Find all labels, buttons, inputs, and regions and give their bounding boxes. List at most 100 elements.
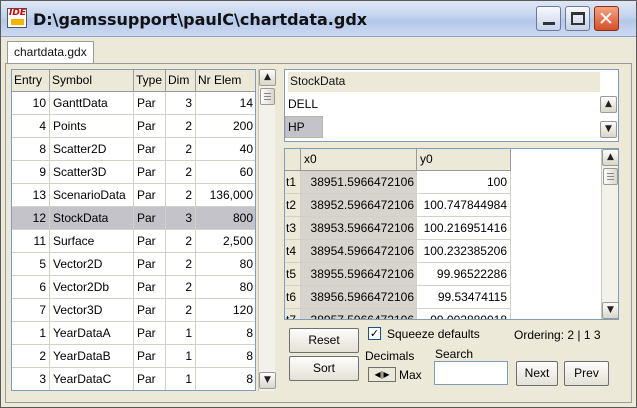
table-cell-symbol: Vector3D (50, 299, 134, 322)
scroll-thumb[interactable] (603, 168, 618, 185)
table-cell-entry: 13 (12, 184, 50, 207)
table-cell-dim: 2 (166, 276, 196, 299)
table-cell-nr: 60 (196, 161, 255, 184)
grid-cell-label: t1 (285, 171, 301, 194)
arrow-up-icon[interactable]: ▲ (600, 96, 617, 113)
arrow-down-icon[interactable]: ▼ (259, 372, 276, 389)
table-cell-type: Par (134, 322, 166, 345)
squeeze-defaults-checkbox[interactable]: ✓ (368, 327, 381, 340)
table-row[interactable]: 13 ScenarioData Par 2 136,000 (12, 184, 255, 207)
grid-cell-x0: 38955.5966472106 (301, 263, 417, 286)
table-cell-dim: 2 (166, 138, 196, 161)
table-cell-dim: 3 (166, 92, 196, 115)
grid-cell-y0: 100 (417, 171, 511, 194)
grid-row[interactable]: t6 38956.5966472106 99.53474115 (285, 286, 605, 309)
symbol-table-scrollbar[interactable]: ▲ ▼ (258, 69, 276, 391)
table-cell-symbol: Surface (50, 230, 134, 253)
column-header-dim[interactable]: Dim (166, 70, 196, 92)
arrow-up-icon[interactable]: ▲ (259, 69, 276, 86)
table-row[interactable]: 10 GanttData Par 3 14 (12, 92, 255, 115)
table-cell-entry: 4 (12, 115, 50, 138)
search-label: Search (435, 347, 474, 361)
grid-cell-label: t6 (285, 286, 301, 309)
arrow-down-icon[interactable]: ▼ (600, 121, 617, 138)
sort-button[interactable]: Sort (289, 356, 359, 381)
table-cell-nr: 800 (196, 207, 255, 230)
grid-row[interactable]: t3 38953.5966472106 100.216951416 (285, 217, 605, 240)
arrow-up-icon[interactable]: ▲ (602, 149, 618, 166)
close-button[interactable]: ✕ (594, 6, 619, 31)
data-grid: x0 y0 t1 38951.5966472106 100 t2 38952.59664… (284, 148, 619, 320)
table-row[interactable]: 6 Vector2Db Par 2 80 (12, 276, 255, 299)
grid-row[interactable]: t7 38957.5966472106 99.002880018 (285, 309, 605, 319)
app-window: IDE D:\gamssupport\paulC\chartdata.gdx ✕… (0, 0, 637, 408)
table-row[interactable]: 3 YearDataC Par 1 8 (12, 368, 255, 390)
table-row[interactable]: 5 Vector2D Par 2 80 (12, 253, 255, 276)
table-cell-dim: 1 (166, 368, 196, 390)
table-cell-nr: 8 (196, 368, 255, 390)
table-cell-type: Par (134, 92, 166, 115)
grid-cell-x0: 38953.5966472106 (301, 217, 417, 240)
table-cell-nr: 200 (196, 115, 255, 138)
table-row[interactable]: 12 StockData Par 3 800 (12, 207, 255, 230)
decimals-spinner[interactable]: ◀|▶ (368, 367, 396, 382)
filter-item-hp[interactable]: HP (285, 116, 323, 138)
table-cell-entry: 3 (12, 368, 50, 390)
table-row[interactable]: 7 Vector3D Par 2 120 (12, 299, 255, 322)
table-row[interactable]: 11 Surface Par 2 2,500 (12, 230, 255, 253)
table-cell-dim: 2 (166, 253, 196, 276)
table-cell-symbol: Scatter3D (50, 161, 134, 184)
table-row[interactable]: 4 Points Par 2 200 (12, 115, 255, 138)
grid-cell-y0: 100.216951416 (417, 217, 511, 240)
reset-button[interactable]: Reset (289, 328, 359, 353)
grid-row[interactable]: t2 38952.5966472106 100.747844984 (285, 194, 605, 217)
table-cell-entry: 8 (12, 138, 50, 161)
column-header-x0[interactable]: x0 (301, 149, 417, 171)
grid-row[interactable]: t4 38954.5966472106 100.232385206 (285, 240, 605, 263)
app-icon-label: IDE (9, 8, 26, 18)
title-bar[interactable]: IDE D:\gamssupport\paulC\chartdata.gdx ✕ (1, 1, 636, 37)
prev-button[interactable]: Prev (564, 361, 609, 386)
table-row[interactable]: 2 YearDataB Par 1 8 (12, 345, 255, 368)
window-title: D:\gamssupport\paulC\chartdata.gdx (33, 10, 368, 29)
data-grid-scrollbar[interactable]: ▲ ▼ (601, 149, 618, 319)
table-cell-type: Par (134, 368, 166, 390)
table-cell-type: Par (134, 276, 166, 299)
table-row[interactable]: 9 Scatter3D Par 2 60 (12, 161, 255, 184)
column-header-entry[interactable]: Entry (12, 70, 50, 92)
grid-cell-label: t4 (285, 240, 301, 263)
filter-item-dell[interactable]: DELL (285, 93, 323, 115)
column-header-y0[interactable]: y0 (417, 149, 511, 171)
filter-scrollbar[interactable]: ▲ ▼ (600, 93, 617, 141)
scroll-thumb[interactable] (260, 88, 275, 105)
table-cell-dim: 2 (166, 161, 196, 184)
gams-ide-icon[interactable]: IDE (7, 8, 27, 28)
table-cell-nr: 2,500 (196, 230, 255, 253)
minimize-button[interactable] (536, 6, 561, 31)
maximize-button[interactable] (565, 6, 590, 31)
grid-row[interactable]: t5 38955.5966472106 99.96522286 (285, 263, 605, 286)
table-cell-type: Par (134, 345, 166, 368)
maximize-icon (571, 12, 585, 25)
table-cell-type: Par (134, 115, 166, 138)
column-header-type[interactable]: Type (134, 70, 166, 92)
column-header-symbol[interactable]: Symbol (50, 70, 134, 92)
table-cell-entry: 10 (12, 92, 50, 115)
column-header-nr-elem[interactable]: Nr Elem (196, 70, 255, 92)
grid-cell-x0: 38954.5966472106 (301, 240, 417, 263)
table-cell-nr: 120 (196, 299, 255, 322)
next-button[interactable]: Next (516, 361, 558, 386)
tab-chartdata[interactable]: chartdata.gdx (7, 41, 94, 63)
arrow-down-icon[interactable]: ▼ (602, 302, 618, 319)
table-cell-symbol: Vector2D (50, 253, 134, 276)
table-row[interactable]: 1 YearDataA Par 1 8 (12, 322, 255, 345)
table-cell-dim: 1 (166, 322, 196, 345)
table-cell-symbol: YearDataA (50, 322, 134, 345)
table-cell-dim: 2 (166, 230, 196, 253)
table-cell-nr: 8 (196, 345, 255, 368)
table-row[interactable]: 8 Scatter2D Par 2 40 (12, 138, 255, 161)
search-input[interactable] (434, 361, 508, 385)
table-cell-entry: 12 (12, 207, 50, 230)
table-cell-symbol: Points (50, 115, 134, 138)
grid-row[interactable]: t1 38951.5966472106 100 (285, 171, 605, 194)
